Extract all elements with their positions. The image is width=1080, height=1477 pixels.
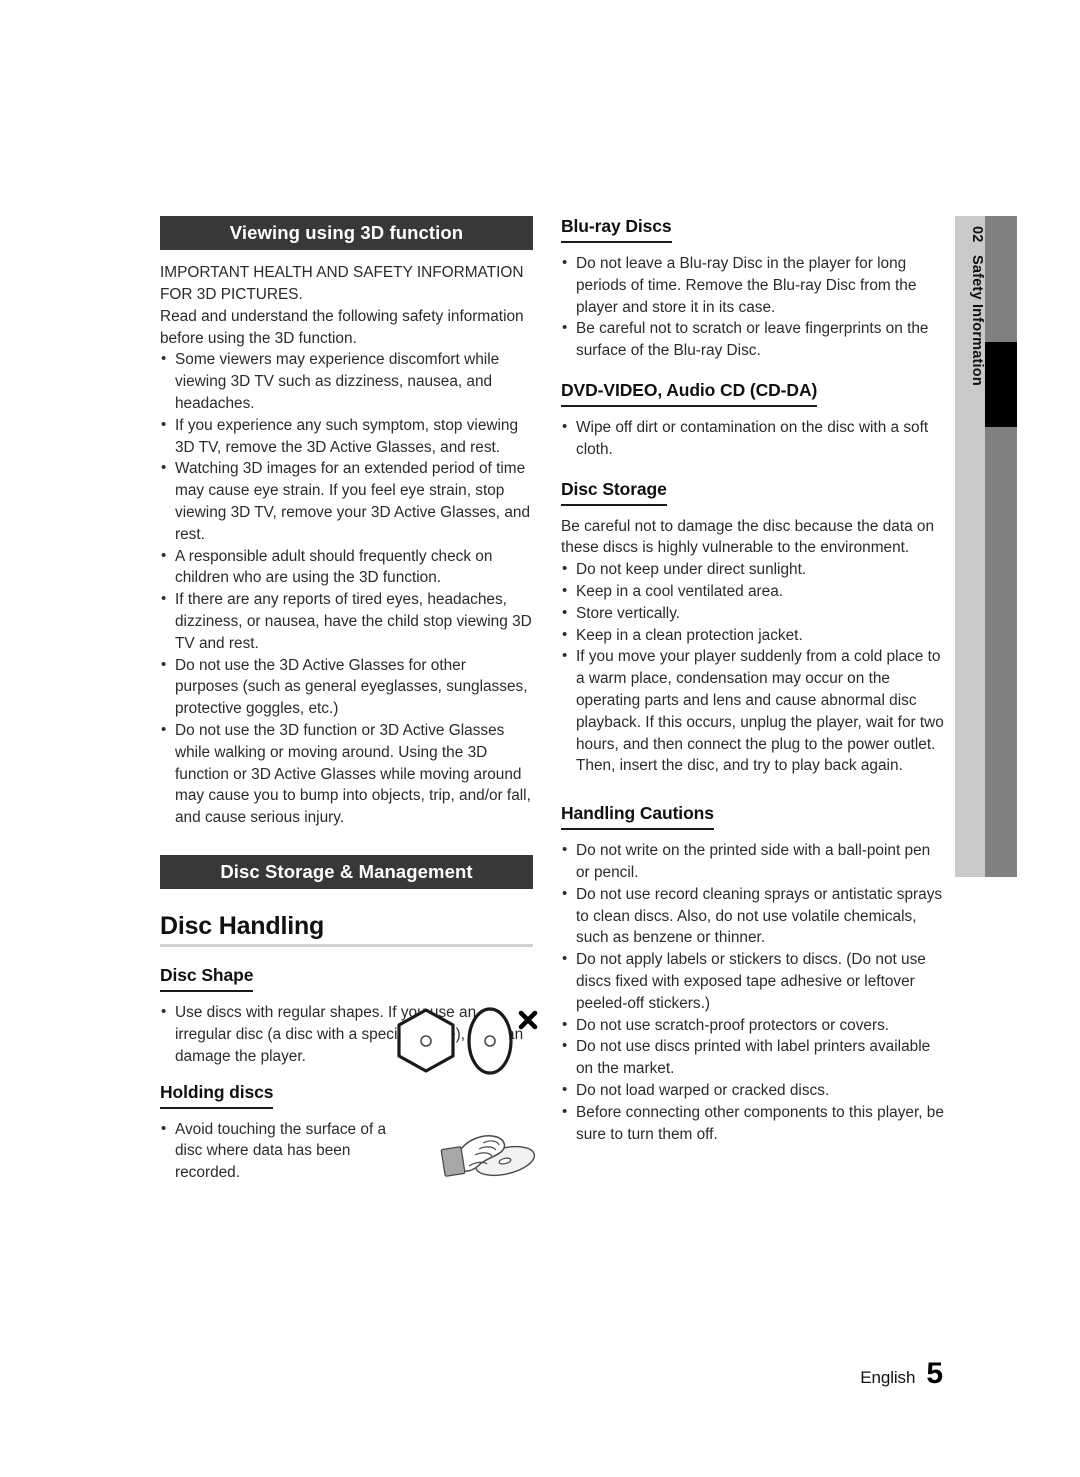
bullet-text: If you move your player suddenly from a …: [576, 648, 944, 775]
bullet-text: Do not use the 3D Active Glasses for oth…: [175, 656, 528, 718]
bullet-text: Do not write on the printed side with a …: [576, 842, 931, 881]
bullet-text: Do not keep under direct sunlight.: [576, 561, 807, 579]
intro-paragraph-2: Read and understand the following safety…: [160, 307, 524, 347]
dvd-audio-bullet-list: Wipe off dirt or contamination on the di…: [561, 416, 946, 461]
list-item: Keep in a cool ventilated area.: [561, 580, 946, 603]
bullet-subtext: If there are any reports of tired eyes, …: [175, 591, 532, 652]
list-item: Keep in a clean protection jacket.: [561, 624, 946, 647]
irregular-disc-figure: [391, 1004, 539, 1085]
subheading-handling-cautions: Handling Cautions: [561, 803, 714, 831]
list-item: Do not keep under direct sunlight.: [561, 558, 946, 581]
bullet-text: Keep in a cool ventilated area.: [576, 582, 784, 600]
bullet-text: Do not use the 3D function or 3D Active …: [175, 722, 531, 827]
list-item: If you move your player suddenly from a …: [561, 645, 946, 777]
bullet-subtext-wrap: If there are any reports of tired eyes, …: [160, 588, 533, 654]
list-item: Some viewers may experience discomfort w…: [160, 348, 533, 414]
bullet-text: Store vertically.: [576, 604, 681, 622]
subheading-disc-storage: Disc Storage: [561, 479, 667, 506]
list-item: Do not use the 3D Active Glasses for oth…: [160, 654, 533, 720]
handling-cautions-bullet-list: Do not write on the printed side with a …: [561, 839, 946, 1146]
handling-cautions-section: Handling Cautions Do not write on the pr…: [561, 803, 946, 1145]
page-title-disc-handling: Disc Handling: [160, 912, 325, 941]
list-item: Store vertically.: [561, 602, 946, 625]
manual-page: 02 Safety Information Viewing using 3D f…: [0, 0, 1080, 1477]
subheading-dvd-video-audio-cd: DVD-VIDEO, Audio CD (CD-DA): [561, 380, 817, 407]
holding-discs-section: Holding discs Avoid touching the surface…: [160, 1082, 536, 1184]
section-banner-disc-storage-management: Disc Storage & Management: [160, 854, 533, 890]
hand-holding-disc-icon: [440, 1134, 536, 1177]
list-item: Be careful not to scratch or leave finge…: [561, 317, 946, 362]
disc-storage-bullet-list: Do not keep under direct sunlight. Keep …: [561, 558, 946, 777]
bullet-text: Before connecting other components to th…: [576, 1103, 944, 1143]
list-item: Do not write on the printed side with a …: [561, 839, 946, 884]
page-footer: English 5: [860, 1357, 943, 1391]
footer-page-number: 5: [926, 1357, 943, 1390]
list-item: Do not apply labels or stickers to discs…: [561, 948, 946, 1014]
disc-storage-intro: Be careful not to damage the disc becaus…: [561, 517, 935, 557]
bluray-discs-section: Blu-ray Discs Do not leave a Blu-ray Dis…: [561, 216, 946, 362]
bullet-subtext-wrap: If you experience any such symptom, stop…: [160, 414, 533, 459]
list-item: Do not use discs printed with label prin…: [561, 1035, 946, 1080]
bullet-text: Watching 3D images for an extended perio…: [175, 460, 531, 543]
list-item: Do not use scratch-proof protectors or c…: [561, 1014, 946, 1037]
bullet-text: Do not use record cleaning sprays or ant…: [576, 885, 943, 947]
list-item: Do not use the 3D function or 3D Active …: [160, 719, 533, 829]
subheading-disc-shape: Disc Shape: [160, 965, 253, 993]
bullet-text: Do not apply labels or stickers to discs…: [576, 951, 926, 1012]
subheading-holding-discs: Holding discs: [160, 1082, 274, 1109]
3d-safety-bullet-list: Some viewers may experience discomfort w…: [160, 348, 533, 829]
bullet-subtext: If you experience any such symptom, stop…: [175, 416, 519, 456]
holding-discs-figure-row: Avoid touching the surface of a disc whe…: [160, 1118, 536, 1184]
bullet-text: Wipe off dirt or contamination on the di…: [576, 418, 929, 458]
list-item: Before connecting other components to th…: [561, 1101, 946, 1146]
side-tab-text: 02 Safety Information: [955, 216, 985, 877]
side-tab-number: 02: [969, 226, 985, 243]
holding-discs-bullet-list: Avoid touching the surface of a disc whe…: [160, 1118, 400, 1184]
left-column: Viewing using 3D function IMPORTANT HEAL…: [160, 216, 538, 1184]
list-item: Do not use record cleaning sprays or ant…: [561, 883, 946, 949]
disc-storage-section: Disc Storage Be careful not to damage th…: [561, 479, 946, 778]
irregular-disc-shapes-icon: [397, 1007, 538, 1075]
dvd-audio-cd-section: DVD-VIDEO, Audio CD (CD-DA) Wipe off dir…: [561, 380, 946, 461]
list-item: Watching 3D images for an extended perio…: [160, 457, 533, 545]
list-item: Avoid touching the surface of a disc whe…: [160, 1118, 400, 1184]
right-column: Blu-ray Discs Do not leave a Blu-ray Dis…: [561, 216, 946, 1145]
list-item: A responsible adult should frequently ch…: [160, 545, 533, 590]
list-item: Do not load warped or cracked discs.: [561, 1079, 946, 1102]
footer-language-label: English: [860, 1368, 916, 1387]
bullet-text: Do not use scratch-proof protectors or c…: [576, 1016, 890, 1034]
intro-paragraph-1: IMPORTANT HEALTH AND SAFETY INFORMATION …: [160, 264, 524, 304]
bullet-text: Be careful not to scratch or leave finge…: [576, 320, 929, 360]
bullet-text: Avoid touching the surface of a disc whe…: [175, 1120, 387, 1182]
side-tab-dark-bar: [985, 216, 1017, 877]
bullet-text: Some viewers may experience discomfort w…: [175, 351, 500, 413]
disc-shape-section: Disc Shape Use discs with regular shapes…: [160, 965, 538, 1075]
bullet-text: Do not leave a Blu-ray Disc in the playe…: [576, 255, 917, 316]
bullet-text: Keep in a clean protection jacket.: [576, 626, 803, 644]
list-item: Wipe off dirt or contamination on the di…: [561, 416, 946, 461]
subheading-bluray-discs: Blu-ray Discs: [561, 216, 672, 243]
bullet-text: A responsible adult should frequently ch…: [175, 547, 493, 587]
bullet-text: Do not use discs printed with label prin…: [576, 1038, 931, 1078]
side-tab-chapter-marker: [985, 342, 1017, 427]
hand-holding-disc-figure: [439, 1125, 543, 1194]
cross-mark-icon: [518, 1010, 538, 1030]
chapter-side-tab: 02 Safety Information: [955, 216, 1017, 877]
list-item: Do not leave a Blu-ray Disc in the playe…: [561, 252, 946, 318]
side-tab-label: Safety Information: [969, 254, 985, 386]
bullet-text: Do not load warped or cracked discs.: [576, 1081, 830, 1099]
bluray-bullet-list: Do not leave a Blu-ray Disc in the playe…: [561, 252, 946, 362]
disc-shape-figure-row: Use discs with regular shapes. If you us…: [160, 1001, 538, 1075]
section-banner-3d-function: Viewing using 3D function: [160, 216, 533, 251]
